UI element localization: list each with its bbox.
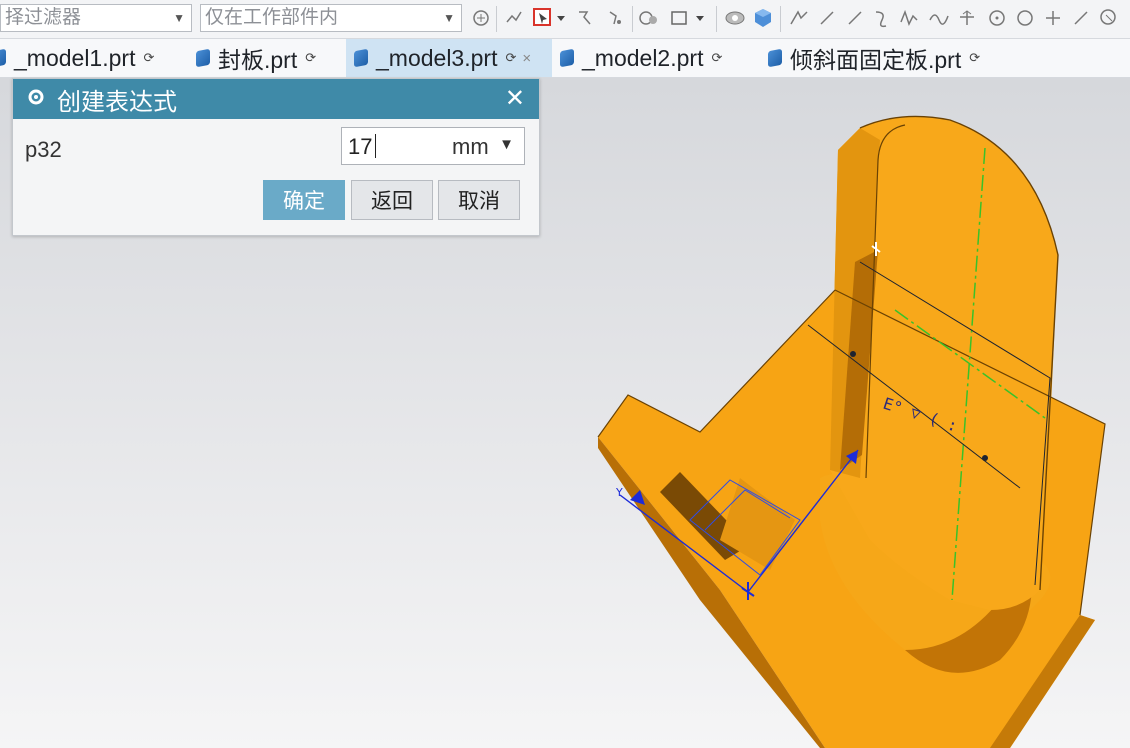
tab-fengban[interactable]: 封板.prt ⟳	[196, 39, 316, 77]
curve-icon[interactable]	[898, 6, 920, 30]
arrow-path-icon[interactable]	[574, 6, 596, 30]
circle-icon[interactable]	[986, 6, 1008, 30]
parameter-name-label: p32	[25, 137, 62, 162]
snap-icon[interactable]	[470, 6, 492, 30]
part-file-icon	[560, 48, 574, 68]
unit-select[interactable]: mm	[452, 134, 489, 160]
selection-filter-combo[interactable]: 择过滤器 ▼	[0, 4, 192, 32]
close-icon[interactable]: ✕	[505, 84, 525, 113]
sync-icon: ⟳	[305, 50, 317, 65]
face-icon[interactable]	[638, 6, 660, 30]
tab-label: _model2.prt	[582, 44, 704, 71]
svg-text:Y: Y	[615, 486, 623, 499]
ok-button[interactable]: 确定	[263, 180, 345, 220]
curve-icon[interactable]	[928, 6, 950, 30]
part-file-icon	[354, 48, 368, 68]
chevron-down-icon[interactable]: ▼	[499, 136, 514, 153]
point-icon[interactable]	[503, 6, 525, 30]
tab-inclined-plate[interactable]: 倾斜面固定板.prt ⟳	[768, 39, 980, 77]
tab-label: 倾斜面固定板.prt	[790, 47, 962, 73]
tab-label: _model1.prt	[14, 44, 136, 71]
plus-icon[interactable]	[956, 6, 978, 30]
line-icon[interactable]	[1070, 6, 1092, 30]
chevron-down-icon[interactable]	[694, 6, 706, 30]
dialog-title: 创建表达式	[57, 88, 177, 116]
tab-model3[interactable]: _model3.prt ⟳ ×	[346, 39, 552, 77]
part-file-icon	[768, 48, 782, 68]
back-button[interactable]: 返回	[351, 180, 433, 220]
top-toolbar: 择过滤器 ▼ 仅在工作部件内 ▼	[0, 0, 1130, 39]
scope-combo[interactable]: 仅在工作部件内 ▼	[200, 4, 462, 32]
plus-icon[interactable]	[1042, 6, 1064, 30]
sync-icon: ⟳	[711, 50, 723, 65]
dialog-title-bar[interactable]: 创建表达式 ✕	[13, 79, 539, 119]
point-icon[interactable]	[604, 6, 626, 30]
line-icon[interactable]	[844, 6, 866, 30]
view-icon[interactable]	[724, 6, 746, 30]
expression-value-input[interactable]	[342, 128, 442, 166]
circle-icon[interactable]	[1014, 6, 1036, 30]
tab-label: _model3.prt	[376, 44, 498, 71]
select-icon[interactable]	[532, 6, 554, 30]
create-expression-dialog: 创建表达式 ✕ p32 mm ▼ 确定 返回 取消	[12, 78, 540, 236]
chevron-down-icon[interactable]: ▼	[443, 5, 455, 31]
part-file-icon	[0, 48, 6, 68]
selection-filter-value: 择过滤器	[5, 7, 82, 28]
gear-icon	[27, 85, 45, 113]
value-field[interactable]: mm ▼	[341, 127, 525, 166]
arc-icon[interactable]	[870, 6, 892, 30]
rectangle-icon[interactable]	[668, 6, 690, 30]
cancel-button[interactable]: 取消	[438, 180, 520, 220]
close-icon[interactable]: ×	[522, 50, 531, 67]
tab-model2[interactable]: _model2.prt ⟳	[560, 39, 722, 77]
sync-icon: ⟳	[969, 50, 981, 65]
tab-model1[interactable]: _model1.prt ⟳	[0, 39, 154, 77]
shaded-cube-icon[interactable]	[752, 6, 774, 30]
sync-icon: ⟳	[143, 50, 155, 65]
text-caret	[375, 134, 376, 158]
spline-icon[interactable]	[1098, 6, 1120, 30]
line-icon[interactable]	[788, 6, 810, 30]
sync-icon: ⟳	[505, 50, 517, 65]
part-file-icon	[196, 48, 210, 68]
tab-label: 封板.prt	[218, 47, 298, 73]
scope-value: 仅在工作部件内	[205, 7, 339, 28]
document-tab-bar: _model1.prt ⟳ 封板.prt ⟳ _model3.prt ⟳ × _…	[0, 39, 1130, 78]
line-icon[interactable]	[816, 6, 838, 30]
chevron-down-icon[interactable]: ▼	[173, 5, 185, 31]
chevron-down-icon[interactable]	[555, 6, 567, 30]
